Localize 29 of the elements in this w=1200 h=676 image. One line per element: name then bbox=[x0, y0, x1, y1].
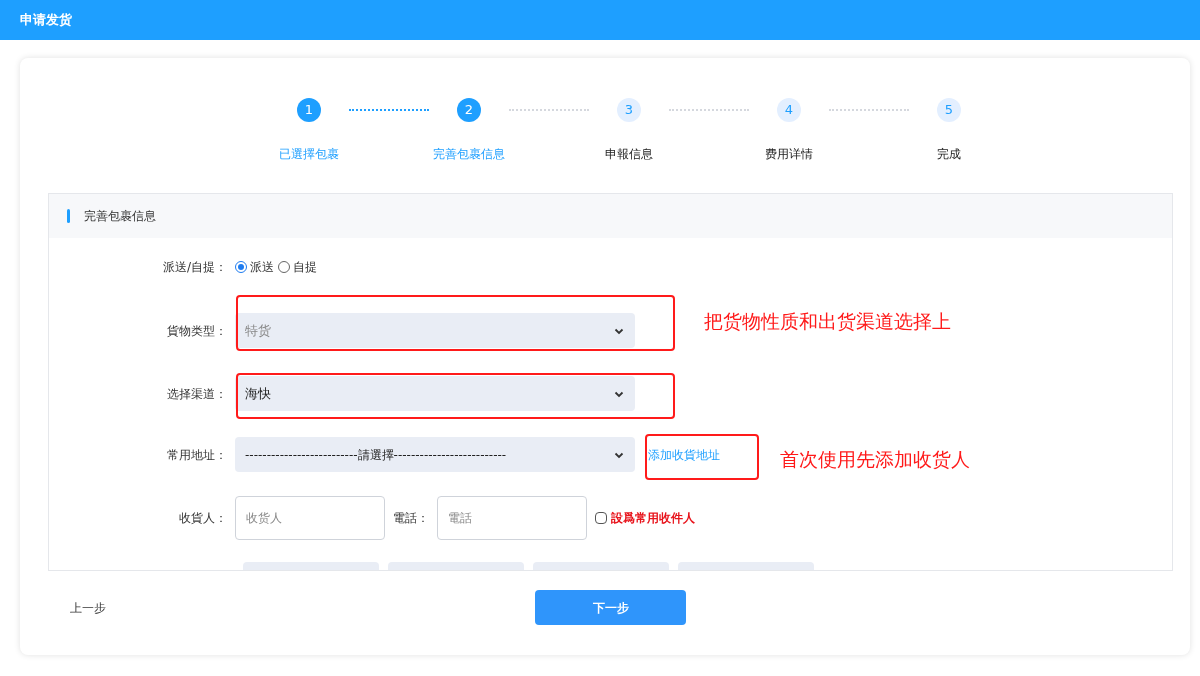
step-number: 1 bbox=[297, 98, 321, 122]
step-label: 完成 bbox=[937, 146, 961, 163]
select-field[interactable]: 海快 bbox=[235, 376, 635, 411]
input-field[interactable]: 電話 bbox=[437, 496, 587, 540]
section-title: 完善包裹信息 bbox=[84, 208, 156, 225]
step-number: 5 bbox=[937, 98, 961, 122]
step-label: 申報信息 bbox=[605, 146, 653, 163]
section-marker bbox=[67, 209, 70, 223]
step-label: 完善包裹信息 bbox=[433, 146, 505, 163]
input-field[interactable]: 收货人 bbox=[235, 496, 385, 540]
annotation-text: 把货物性质和出货渠道选择上 bbox=[704, 309, 951, 334]
window-title: 申请发货 bbox=[20, 11, 72, 30]
annotation-text: 首次使用先添加收货人 bbox=[780, 447, 970, 472]
field-label: 收貨人： bbox=[179, 510, 227, 527]
step-number: 2 bbox=[457, 98, 481, 122]
field-label: 派送/自提： bbox=[162, 259, 227, 276]
step-label: 费用详情 bbox=[765, 146, 813, 163]
step-label: 已選擇包裹 bbox=[279, 146, 339, 163]
field-label: 貨物类型： bbox=[167, 322, 227, 340]
radio-option[interactable]: 派送 bbox=[235, 258, 274, 276]
radio-option[interactable]: 自提 bbox=[278, 258, 317, 276]
step-number: 4 bbox=[777, 98, 801, 122]
field-label: 電話： bbox=[393, 510, 429, 527]
select-field[interactable]: --------------------------請選擇-------------------------- bbox=[235, 437, 635, 472]
step-number: 3 bbox=[617, 98, 641, 122]
field-label: 选择渠道： bbox=[167, 385, 227, 403]
contact-checkbox[interactable]: 設爲常用收件人 bbox=[595, 509, 695, 527]
field-label: 常用地址： bbox=[167, 446, 227, 464]
previous-step-link[interactable]: 上一步 bbox=[70, 599, 106, 617]
